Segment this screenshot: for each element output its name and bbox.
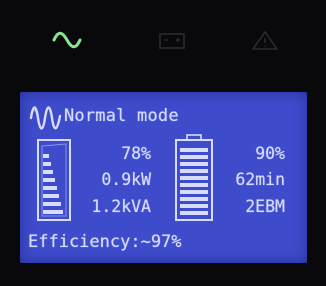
battery-level-gauge (174, 134, 214, 222)
operating-mode: Normal mode (64, 106, 179, 126)
battery-ebm-count: 2EBM (245, 197, 285, 216)
efficiency-readout: Efficiency:~97% (28, 232, 182, 252)
ups-front-panel: Normal mode 78% 0.9kW 1.2kVA 90% 62min 2… (0, 0, 326, 286)
load-level-gauge (36, 138, 72, 222)
load-power-kw: 0.9kW (101, 170, 151, 189)
status-led-row (0, 0, 326, 80)
load-apparent-power-kva: 1.2kVA (91, 197, 151, 216)
battery-icon (155, 28, 189, 52)
battery-runtime: 62min (235, 170, 285, 189)
warning-triangle-icon (248, 28, 282, 52)
mode-sine-wave-icon (29, 102, 63, 132)
battery-percent: 90% (255, 144, 285, 163)
sine-wave-icon (50, 28, 84, 52)
load-percent: 78% (121, 144, 151, 163)
lcd-display: Normal mode 78% 0.9kW 1.2kVA 90% 62min 2… (20, 92, 307, 263)
